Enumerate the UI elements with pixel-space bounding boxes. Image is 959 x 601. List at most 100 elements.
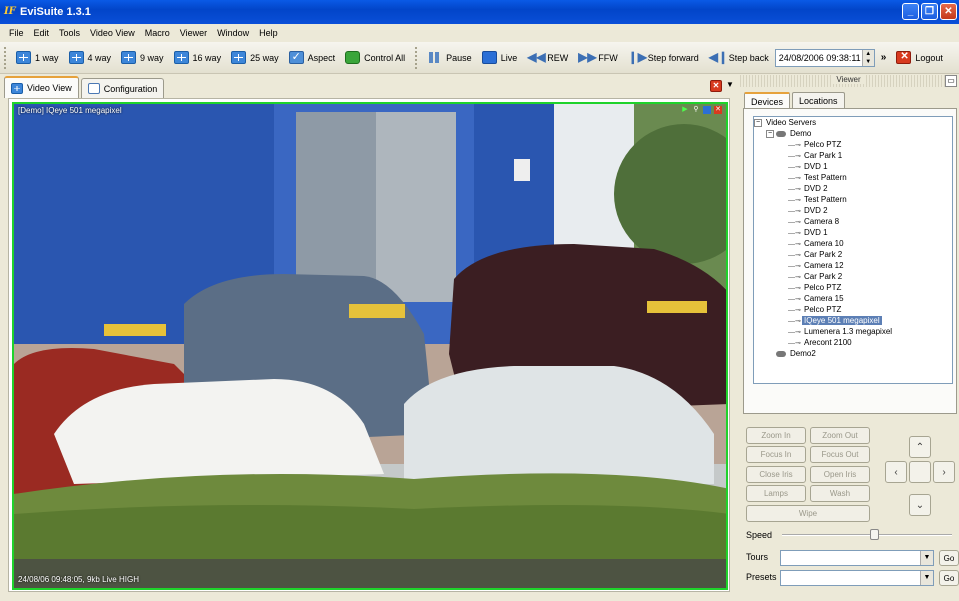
tours-go-button[interactable]: Go (939, 550, 959, 566)
menu-tools[interactable]: Tools (54, 28, 85, 38)
control-all-button[interactable]: Control All (341, 47, 409, 69)
zoom-in-button[interactable]: Zoom In (746, 427, 806, 444)
grid-layout-icon (231, 51, 247, 64)
video-caption: [Demo] IQeye 501 megapixel (18, 106, 122, 115)
tree-node-device[interactable]: —⊸ Camera 8 (754, 216, 952, 227)
tree-node-device[interactable]: —⊸ Pelco PTZ (754, 139, 952, 150)
speed-slider[interactable] (782, 529, 952, 540)
pan-up-button[interactable]: ⌃ (909, 436, 931, 458)
tree-node-device[interactable]: —⊸ Car Park 2 (754, 249, 952, 260)
logout-button[interactable]: Logout (892, 47, 947, 69)
collapse-icon[interactable]: − (754, 118, 762, 127)
tree-node-device[interactable]: —⊸ Arecont 2100 (754, 337, 952, 348)
tree-node-device[interactable]: —⊸ Pelco PTZ (754, 304, 952, 315)
tree-node-device[interactable]: —⊸ Camera 10 (754, 238, 952, 249)
pin-panel-icon[interactable]: ▭ (945, 75, 957, 87)
tree-node-device[interactable]: —⊸ DVD 2 (754, 205, 952, 216)
step-forward-button[interactable]: ❙▶ Step forward (624, 47, 703, 69)
menu-macro[interactable]: Macro (140, 28, 175, 38)
fast-forward-label: FFW (598, 52, 618, 63)
restore-button[interactable]: ❐ (921, 3, 938, 20)
menu-edit[interactable]: Edit (29, 28, 55, 38)
close-window-button[interactable]: ✕ (940, 3, 957, 20)
layout-25-way-button[interactable]: 25 way (227, 47, 283, 69)
step-back-button[interactable]: ◀❙ Step back (705, 47, 773, 69)
layout-9-way-button[interactable]: 9 way (117, 47, 168, 69)
tree-node-device[interactable]: —⊸ Car Park 1 (754, 150, 952, 161)
pause-button[interactable]: Pause (423, 47, 476, 69)
chevron-down-icon: ⌄ (915, 499, 925, 511)
viewer-panel-header: Viewer (738, 75, 959, 87)
live-label: Live (500, 52, 518, 63)
focus-in-button[interactable]: Focus In (746, 446, 806, 463)
tree-node-device[interactable]: —⊸ Test Pattern (754, 172, 952, 183)
tree-node-device[interactable]: —⊸ Camera 15 (754, 293, 952, 304)
speed-slider-thumb[interactable] (870, 529, 879, 540)
app-window: IF EviSuite 1.3.1 _ ❐ ✕ File Edit Tools … (0, 0, 959, 601)
tree-node-device[interactable]: —⊸ DVD 1 (754, 227, 952, 238)
pan-center-button[interactable] (909, 461, 931, 483)
tab-video-view[interactable]: Video View (4, 76, 79, 98)
lamps-button[interactable]: Lamps (746, 485, 806, 502)
tree-node-device[interactable]: —⊸ Camera 12 (754, 260, 952, 271)
menu-window[interactable]: Window (212, 28, 254, 38)
tours-select[interactable]: ▼ (780, 550, 934, 566)
zoom-out-button[interactable]: Zoom Out (810, 427, 870, 444)
menu-file[interactable]: File (4, 28, 29, 38)
menu-viewer[interactable]: Viewer (175, 28, 212, 38)
aspect-button[interactable]: Aspect (285, 47, 340, 69)
tree-device-label: DVD 2 (804, 206, 828, 215)
close-iris-button[interactable]: Close Iris (746, 466, 806, 483)
tree-node-device[interactable]: —⊸ Test Pattern (754, 194, 952, 205)
device-tree[interactable]: − Video Servers − Demo —⊸ Pelco PTZ —⊸ Car Pa… (753, 116, 953, 384)
close-video-icon[interactable]: ✕ (714, 106, 722, 114)
focus-out-button[interactable]: Focus Out (810, 446, 870, 463)
tree-node-device[interactable]: —⊸ IQeye 501 megapixel (754, 315, 952, 326)
collapse-icon[interactable]: − (766, 129, 774, 138)
datetime-spinner[interactable]: ▲ ▼ (861, 49, 874, 66)
toolbar-overflow-chevron[interactable]: » (881, 52, 887, 63)
aspect-label: Aspect (307, 52, 336, 63)
toolbar-grip[interactable] (4, 46, 8, 69)
wash-button[interactable]: Wash (810, 485, 870, 502)
tree-node-device[interactable]: —⊸ Car Park 2 (754, 271, 952, 282)
rewind-button[interactable]: ◀◀ REW (523, 47, 572, 69)
logout-icon (896, 51, 912, 64)
presets-select[interactable]: ▼ (780, 570, 934, 586)
pan-down-button[interactable]: ⌄ (909, 494, 931, 516)
datetime-picker[interactable]: 24/08/2006 09:38:11 ▲ ▼ (774, 48, 875, 67)
close-tab-icon[interactable]: ✕ (710, 80, 722, 92)
tab-menu-dropdown-icon[interactable]: ▼ (726, 80, 734, 89)
toolbar-grip[interactable] (415, 46, 419, 69)
live-button[interactable]: Live (478, 47, 522, 69)
tree-node-device[interactable]: —⊸ DVD 2 (754, 183, 952, 194)
control-all-icon (345, 51, 361, 64)
pan-right-button[interactable]: › (933, 461, 955, 483)
title-bar: IF EviSuite 1.3.1 _ ❐ ✕ (0, 0, 959, 24)
play-icon[interactable]: ▶ (681, 106, 689, 114)
tree-node-device[interactable]: —⊸ DVD 1 (754, 161, 952, 172)
tree-node-device[interactable]: —⊸ Lumenera 1.3 megapixel (754, 326, 952, 337)
tree-node-demo[interactable]: − Demo (754, 128, 952, 139)
minimize-button[interactable]: _ (902, 3, 919, 20)
tree-node-demo2[interactable]: Demo2 (754, 348, 952, 359)
open-iris-button[interactable]: Open Iris (810, 466, 870, 483)
search-icon[interactable]: ⚲ (692, 106, 700, 114)
tab-configuration[interactable]: Configuration (80, 78, 165, 98)
menu-video-view[interactable]: Video View (85, 28, 140, 38)
fast-forward-button[interactable]: ▶▶ FFW (574, 47, 622, 69)
video-frame[interactable]: [Demo] IQeye 501 megapixel ▶ ⚲ ✕ 24/08/0… (12, 102, 728, 590)
step-forward-label: Step forward (647, 52, 699, 63)
save-icon[interactable] (703, 106, 711, 114)
tree-node-video-servers[interactable]: − Video Servers (754, 117, 952, 128)
presets-go-button[interactable]: Go (939, 570, 959, 586)
evisuite-logo-icon: IF (4, 6, 16, 17)
layout-1-way-button[interactable]: 1 way (12, 47, 63, 69)
menu-help[interactable]: Help (254, 28, 283, 38)
pan-left-button[interactable]: ‹ (885, 461, 907, 483)
wipe-button[interactable]: Wipe (746, 505, 870, 522)
tree-node-device[interactable]: —⊸ Pelco PTZ (754, 282, 952, 293)
layout-16-way-button[interactable]: 16 way (170, 47, 226, 69)
layout-4-way-button[interactable]: 4 way (65, 47, 116, 69)
tours-label: Tours (746, 552, 769, 562)
